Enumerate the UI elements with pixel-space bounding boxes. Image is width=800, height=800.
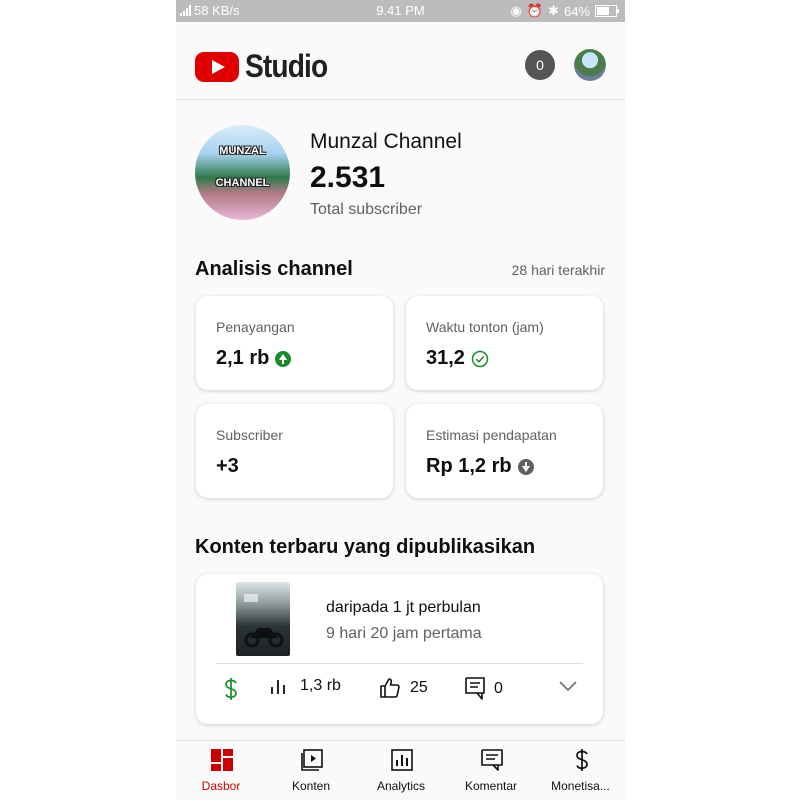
metric-label: Waktu tonton (jam) [426, 319, 544, 335]
dashboard-icon [211, 749, 233, 771]
nav-dashboard[interactable]: Dasbor [176, 741, 266, 800]
likes-stat[interactable]: 25 [378, 676, 428, 700]
chevron-down-icon [559, 681, 577, 692]
battery-fill [597, 7, 609, 15]
metric-value-text: 2,1 rb [216, 347, 270, 369]
content-icon [301, 749, 323, 771]
metric-value: Rp 1,2 rb [426, 455, 534, 478]
nav-label: Dasbor [201, 779, 241, 793]
check-circle-icon [471, 350, 489, 367]
status-right: ◉ ⏰ ✱ 64% [510, 3, 619, 19]
recent-video-card[interactable]: daripada 1 jt perbulan 9 hari 20 jam per… [196, 574, 603, 724]
nav-analytics[interactable]: Analytics [356, 741, 446, 800]
metric-value-text: +3 [216, 455, 239, 477]
battery-icon [595, 5, 619, 17]
views-count: 1,3 rb [300, 677, 341, 694]
studio-logo[interactable]: Studio [195, 48, 339, 85]
thumbs-up-icon [380, 678, 400, 698]
account-avatar[interactable] [574, 49, 606, 81]
nav-label: Monetisa... [551, 779, 610, 793]
expand-button[interactable] [558, 679, 578, 693]
video-stats: 1,3 rb 25 0 [196, 676, 603, 706]
nav-monetization[interactable]: Monetisa... [536, 741, 625, 800]
eye-icon: ◉ [510, 3, 522, 18]
metric-value-text: 31,2 [426, 347, 465, 369]
bottom-navigation: Dasbor Konten Analytics Komentar Monetis… [176, 740, 625, 800]
likes-count: 25 [410, 679, 428, 696]
subscriber-count: 2.531 [310, 161, 386, 194]
trend-down-icon [517, 458, 534, 475]
channel-avatar[interactable]: MUNZAL CHANNEL [195, 125, 290, 220]
analytics-icon [391, 749, 413, 771]
metric-label: Estimasi pendapatan [426, 427, 557, 443]
analytics-title: Analisis channel [195, 258, 353, 280]
logo-text: Studio [245, 48, 328, 84]
app-header: Studio 0 [176, 22, 625, 100]
comments-count: 0 [494, 680, 503, 697]
monetization-status[interactable] [222, 676, 240, 702]
status-bar: 58 KB/s 9.41 PM ◉ ⏰ ✱ 64% [176, 0, 625, 22]
metric-value: +3 [216, 455, 239, 478]
nav-comments[interactable]: Komentar [446, 741, 536, 800]
metric-label: Subscriber [216, 427, 283, 443]
youtube-play-icon [195, 51, 239, 82]
comments-icon [481, 749, 503, 771]
comment-icon [465, 677, 485, 700]
dollar-icon [225, 678, 237, 700]
monetization-icon [576, 749, 588, 771]
avatar-watermark-1: MUNZAL [219, 145, 266, 157]
battery-percent: 64% [563, 3, 590, 19]
metric-card-watch-time[interactable]: Waktu tonton (jam) 31,2 [406, 296, 603, 390]
metric-card-revenue[interactable]: Estimasi pendapatan Rp 1,2 rb [406, 404, 603, 498]
notification-button[interactable]: 0 [525, 50, 555, 80]
analytics-period: 28 hari terakhir [511, 262, 605, 278]
comments-stat[interactable]: 0 [464, 676, 503, 702]
nav-content[interactable]: Konten [266, 741, 356, 800]
alarm-icon: ⏰ [526, 3, 544, 18]
subscriber-label: Total subscriber [310, 201, 423, 218]
metric-label: Penayangan [216, 319, 295, 335]
bar-chart-icon [271, 680, 285, 694]
metric-card-views[interactable]: Penayangan 2,1 rb [196, 296, 393, 390]
nav-label: Analytics [376, 779, 426, 793]
bluetooth-icon: ✱ [548, 3, 559, 18]
phone-screen: 58 KB/s 9.41 PM ◉ ⏰ ✱ 64% Studio 0 MUNZA… [176, 0, 625, 800]
channel-name: Munzal Channel [310, 130, 462, 153]
video-thumbnail[interactable] [236, 582, 290, 656]
nav-label: Konten [291, 779, 331, 793]
nav-label: Komentar [464, 779, 518, 793]
card-divider [216, 663, 583, 664]
metric-card-subscribers[interactable]: Subscriber +3 [196, 404, 393, 498]
metric-value: 31,2 [426, 347, 489, 370]
metric-value: 2,1 rb [216, 347, 292, 370]
views-stat[interactable]: 1,3 rb [270, 676, 341, 696]
video-title: daripada 1 jt perbulan [326, 599, 481, 616]
avatar-watermark-2: CHANNEL [215, 177, 270, 189]
metric-value-text: Rp 1,2 rb [426, 455, 512, 477]
motorcycle-image [244, 594, 284, 648]
recent-content-title: Konten terbaru yang dipublikasikan [195, 536, 536, 558]
video-subtitle: 9 hari 20 jam pertama [326, 625, 482, 642]
trend-up-icon [275, 350, 292, 367]
